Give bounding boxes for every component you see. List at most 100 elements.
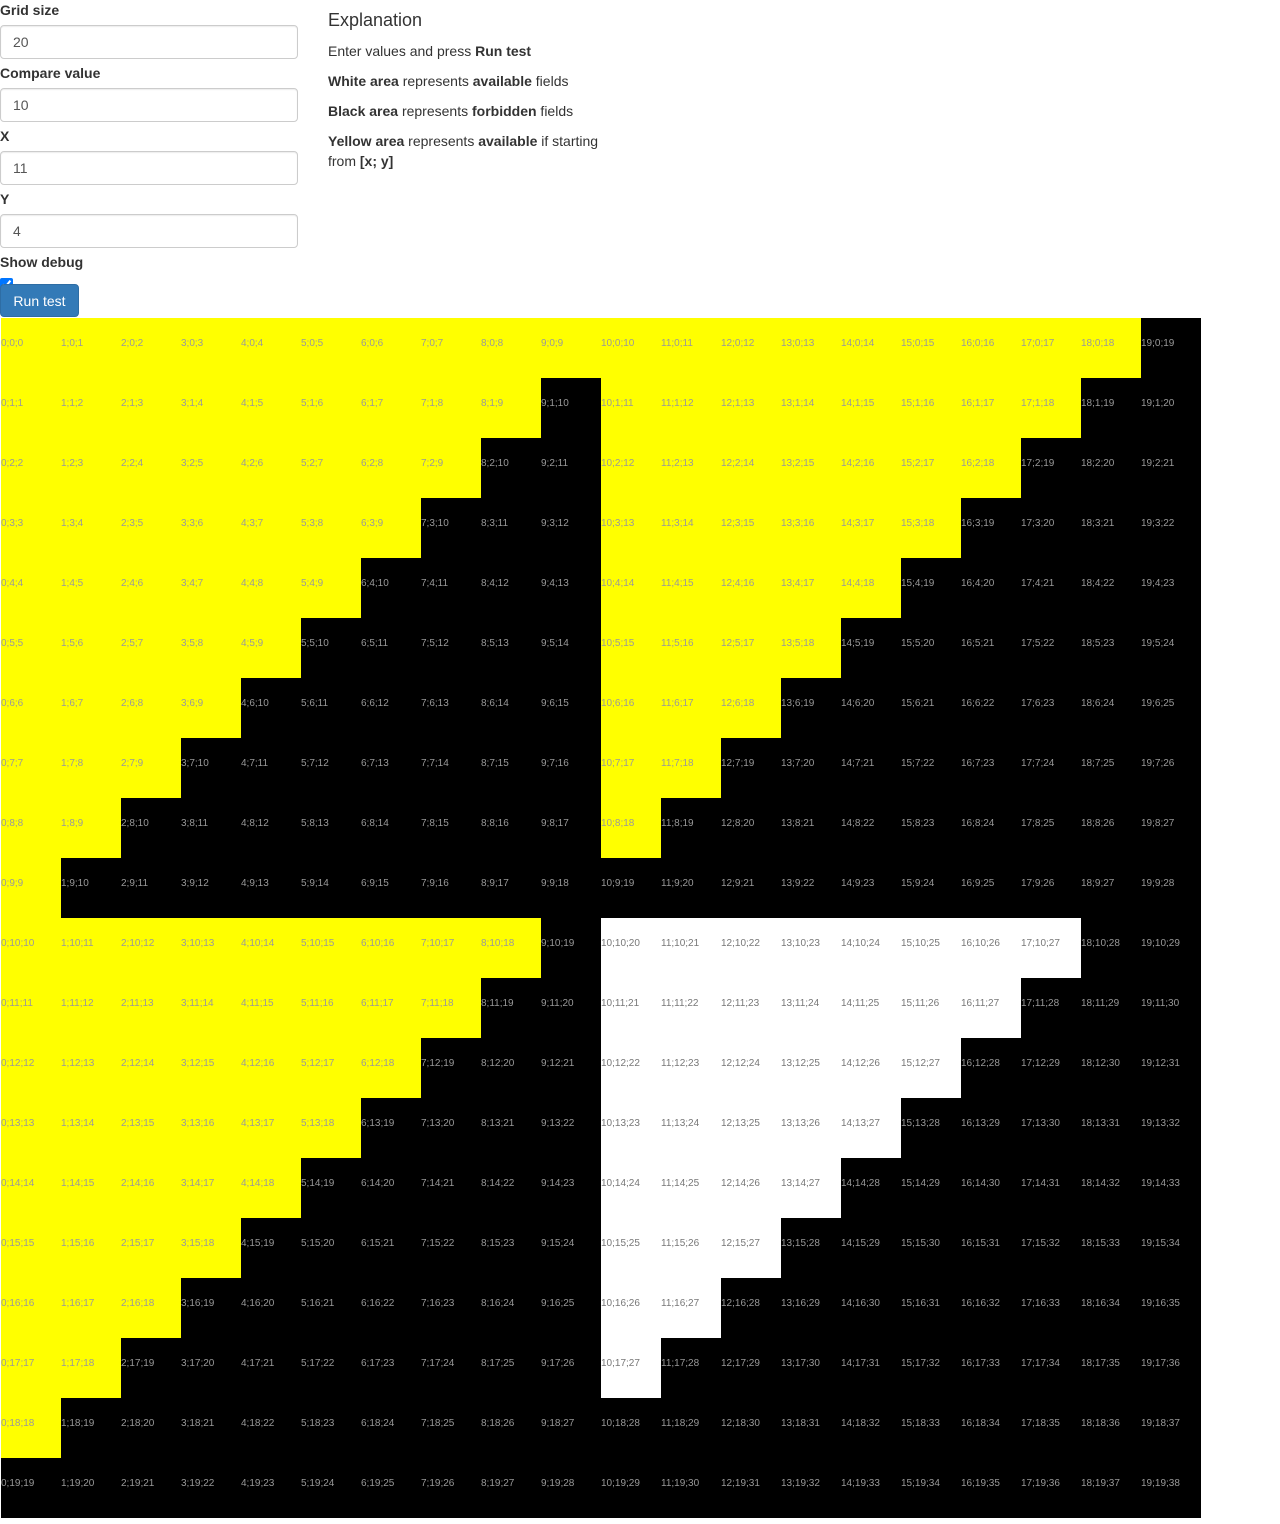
forbidden-cell: 10;19;29 — [601, 1458, 661, 1518]
explanation-bold: available — [478, 133, 538, 149]
forbidden-cell: 8;15;23 — [481, 1218, 541, 1278]
forbidden-cell: 9;7;16 — [541, 738, 601, 798]
forbidden-cell: 19;0;19 — [1141, 318, 1201, 378]
grid-size-input[interactable] — [0, 25, 298, 59]
reachable-cell: 10;6;16 — [601, 678, 661, 738]
forbidden-cell: 11;8;19 — [661, 798, 721, 858]
forbidden-cell: 9;16;25 — [541, 1278, 601, 1338]
reachable-cell: 15;0;15 — [901, 318, 961, 378]
forbidden-cell: 7;6;13 — [421, 678, 481, 738]
show-debug-label: Show debug — [0, 254, 84, 270]
forbidden-cell: 5;14;19 — [301, 1158, 361, 1218]
forbidden-cell: 9;13;22 — [541, 1098, 601, 1158]
forbidden-cell: 16;3;19 — [961, 498, 1021, 558]
forbidden-cell: 17;9;26 — [1021, 858, 1081, 918]
reachable-cell: 6;12;18 — [361, 1038, 421, 1098]
forbidden-cell: 6;16;22 — [361, 1278, 421, 1338]
forbidden-cell: 6;17;23 — [361, 1338, 421, 1398]
available-cell: 11;11;22 — [661, 978, 721, 1038]
forbidden-cell: 16;19;35 — [961, 1458, 1021, 1518]
available-cell: 11;14;25 — [661, 1158, 721, 1218]
forbidden-cell: 4;17;21 — [241, 1338, 301, 1398]
forbidden-cell: 3;19;22 — [181, 1458, 241, 1518]
forbidden-cell: 9;2;11 — [541, 438, 601, 498]
forbidden-cell: 14;16;30 — [841, 1278, 901, 1338]
forbidden-cell: 15;9;24 — [901, 858, 961, 918]
forbidden-cell: 7;13;20 — [421, 1098, 481, 1158]
reachable-cell: 13;3;16 — [781, 498, 841, 558]
forbidden-cell: 8;9;17 — [481, 858, 541, 918]
forbidden-cell: 9;15;24 — [541, 1218, 601, 1278]
reachable-cell: 0;1;1 — [1, 378, 61, 438]
compare-value-input[interactable] — [0, 88, 298, 122]
forbidden-cell: 19;9;28 — [1141, 858, 1201, 918]
available-cell: 14;11;25 — [841, 978, 901, 1038]
reachable-cell: 4;13;17 — [241, 1098, 301, 1158]
forbidden-cell: 4;7;11 — [241, 738, 301, 798]
forbidden-cell: 18;16;34 — [1081, 1278, 1141, 1338]
forbidden-cell: 3;16;19 — [181, 1278, 241, 1338]
reachable-cell: 1;8;9 — [61, 798, 121, 858]
forbidden-cell: 1;19;20 — [61, 1458, 121, 1518]
y-input[interactable] — [0, 214, 298, 248]
forbidden-cell: 16;15;31 — [961, 1218, 1021, 1278]
forbidden-cell: 13;15;28 — [781, 1218, 841, 1278]
forbidden-cell: 17;18;35 — [1021, 1398, 1081, 1458]
forbidden-cell: 16;14;30 — [961, 1158, 1021, 1218]
forbidden-cell: 2;18;20 — [121, 1398, 181, 1458]
forbidden-cell: 13;19;32 — [781, 1458, 841, 1518]
forbidden-cell: 7;14;21 — [421, 1158, 481, 1218]
forbidden-cell: 4;19;23 — [241, 1458, 301, 1518]
forbidden-cell: 9;14;23 — [541, 1158, 601, 1218]
reachable-cell: 6;0;6 — [361, 318, 421, 378]
forbidden-cell: 13;16;29 — [781, 1278, 841, 1338]
forbidden-cell: 4;16;20 — [241, 1278, 301, 1338]
forbidden-cell: 18;13;31 — [1081, 1098, 1141, 1158]
reachable-cell: 4;5;9 — [241, 618, 301, 678]
reachable-cell: 10;4;14 — [601, 558, 661, 618]
forbidden-cell: 0;19;19 — [1, 1458, 61, 1518]
y-label: Y — [0, 191, 10, 207]
forbidden-cell: 6;4;10 — [361, 558, 421, 618]
reachable-cell: 1;15;16 — [61, 1218, 121, 1278]
forbidden-cell: 19;15;34 — [1141, 1218, 1201, 1278]
run-test-button[interactable]: Run test — [0, 284, 79, 317]
reachable-cell: 8;1;9 — [481, 378, 541, 438]
forbidden-cell: 2;9;11 — [121, 858, 181, 918]
x-input[interactable] — [0, 151, 298, 185]
reachable-cell: 13;1;14 — [781, 378, 841, 438]
reachable-cell: 1;13;14 — [61, 1098, 121, 1158]
forbidden-cell: 16;17;33 — [961, 1338, 1021, 1398]
explanation-line-black: Black area represents forbidden fields — [328, 101, 628, 121]
reachable-cell: 0;17;17 — [1, 1338, 61, 1398]
forbidden-cell: 5;18;23 — [301, 1398, 361, 1458]
forbidden-cell: 4;6;10 — [241, 678, 301, 738]
forbidden-cell: 16;18;34 — [961, 1398, 1021, 1458]
reachable-cell: 4;1;5 — [241, 378, 301, 438]
forbidden-cell: 6;7;13 — [361, 738, 421, 798]
reachable-cell: 8;10;18 — [481, 918, 541, 978]
reachable-cell: 7;11;18 — [421, 978, 481, 1038]
reachable-cell: 12;6;18 — [721, 678, 781, 738]
forbidden-cell: 12;8;20 — [721, 798, 781, 858]
forbidden-cell: 15;4;19 — [901, 558, 961, 618]
forbidden-cell: 1;9;10 — [61, 858, 121, 918]
forbidden-cell: 9;9;18 — [541, 858, 601, 918]
forbidden-cell: 8;11;19 — [481, 978, 541, 1038]
available-cell: 11;13;24 — [661, 1098, 721, 1158]
forbidden-cell: 19;14;33 — [1141, 1158, 1201, 1218]
reachable-cell: 0;5;5 — [1, 618, 61, 678]
settings-form: Grid size Compare value X Y Show debug — [0, 0, 298, 296]
reachable-cell: 2;16;18 — [121, 1278, 181, 1338]
forbidden-cell: 6;19;25 — [361, 1458, 421, 1518]
forbidden-cell: 7;17;24 — [421, 1338, 481, 1398]
available-cell: 16;11;27 — [961, 978, 1021, 1038]
reachable-cell: 2;4;6 — [121, 558, 181, 618]
forbidden-cell: 18;12;30 — [1081, 1038, 1141, 1098]
forbidden-cell: 3;9;12 — [181, 858, 241, 918]
reachable-cell: 14;2;16 — [841, 438, 901, 498]
forbidden-cell: 19;1;20 — [1141, 378, 1201, 438]
reachable-cell: 1;16;17 — [61, 1278, 121, 1338]
reachable-cell: 6;1;7 — [361, 378, 421, 438]
available-cell: 12;13;25 — [721, 1098, 781, 1158]
